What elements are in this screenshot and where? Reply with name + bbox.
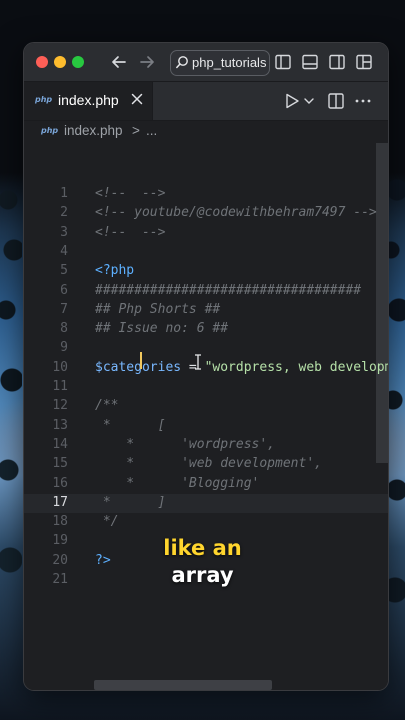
code-line[interactable]: 4	[24, 243, 388, 262]
line-number: 13	[52, 417, 68, 433]
code-line[interactable]: 13 * [	[24, 417, 388, 436]
caption-line-2: array	[171, 563, 234, 587]
back-arrow-icon[interactable]	[108, 51, 130, 73]
chevron-down-icon[interactable]	[303, 91, 315, 111]
code-text: ## Php Shorts ##	[95, 301, 221, 317]
code-text: <!-- youtube/@codewithbehram7497 -->	[95, 205, 377, 221]
text-cursor	[140, 352, 142, 369]
line-number: 14	[52, 436, 68, 452]
code-line[interactable]: 9	[24, 339, 388, 358]
code-line[interactable]: 11	[24, 378, 388, 397]
minimize-window-button[interactable]	[54, 56, 66, 68]
code-line[interactable]: 6 ##################################	[24, 282, 388, 301]
code-text: * 'Blogging'	[95, 475, 260, 491]
toggle-primary-sidebar-icon[interactable]	[274, 53, 292, 71]
line-number: 3	[60, 224, 68, 240]
php-file-icon: php	[41, 126, 59, 135]
code-text: */	[95, 514, 119, 530]
mouse-ibeam-icon	[195, 354, 201, 370]
customize-layout-icon[interactable]	[355, 53, 373, 71]
line-number: 11	[52, 379, 68, 394]
code-line[interactable]: 2 <!-- youtube/@codewithbehram7497 -->	[24, 204, 388, 223]
code-text: * ]	[95, 494, 166, 510]
search-icon	[176, 56, 188, 69]
toggle-panel-icon[interactable]	[301, 53, 319, 71]
line-number: 7	[60, 301, 68, 317]
line-number: 18	[52, 514, 68, 530]
code-line[interactable]: 7 ## Php Shorts ##	[24, 301, 388, 320]
line-number: 1	[60, 186, 68, 201]
search-text: php_tutorials	[192, 55, 267, 70]
code-line[interactable]: 1 <!-- -->	[24, 185, 388, 204]
forward-arrow-icon[interactable]	[136, 51, 158, 73]
line-number: 17	[52, 494, 68, 510]
code-line[interactable]: 18 */	[24, 513, 388, 532]
line-number: 9	[60, 340, 68, 356]
php-file-icon: php	[35, 95, 53, 104]
command-center-search[interactable]: php_tutorials	[170, 50, 270, 76]
horizontal-scrollbar[interactable]	[94, 680, 272, 690]
line-number: 2	[60, 205, 68, 221]
line-number: 6	[60, 282, 68, 298]
line-number: 12	[52, 398, 68, 414]
breadcrumb: php index.php > ...	[24, 121, 388, 143]
title-bar: php_tutorials	[24, 43, 388, 82]
close-tab-icon[interactable]	[130, 92, 144, 106]
caption-line-1: like an	[163, 536, 242, 560]
code-line[interactable]: 16 * 'Blogging'	[24, 475, 388, 494]
code-editor[interactable]: 1 <!-- --> 2 <!-- youtube/@codewithbehram74…	[24, 143, 388, 690]
line-number: 8	[60, 321, 68, 337]
code-text: <?php	[95, 263, 135, 279]
run-icon[interactable]	[282, 91, 302, 111]
line-number: 16	[52, 475, 68, 491]
breadcrumb-file[interactable]: index.php	[64, 123, 123, 138]
code-text: <!-- -->	[95, 224, 166, 240]
toggle-secondary-sidebar-icon[interactable]	[328, 53, 346, 71]
code-line[interactable]: 14 * 'wordpress',	[24, 436, 388, 455]
code-text: /**	[95, 398, 119, 414]
code-line[interactable]: 8 ## Issue no: 6 ##	[24, 320, 388, 339]
editor-window: php_tutorials php index.php php index.ph…	[23, 42, 389, 691]
tab-index-php[interactable]: php index.php	[24, 82, 153, 120]
foliage-left	[0, 180, 22, 660]
more-actions-icon[interactable]	[354, 91, 372, 111]
code-line[interactable]: 10 $categories = "wordpress, web developm	[24, 359, 388, 378]
code-text: ## Issue no: 6 ##	[95, 321, 229, 337]
code-text: * [	[95, 417, 166, 433]
line-number: 4	[60, 243, 68, 259]
split-editor-icon[interactable]	[327, 91, 345, 111]
close-window-button[interactable]	[36, 56, 48, 68]
code-line[interactable]: 5 <?php	[24, 262, 388, 281]
breadcrumb-separator: >	[132, 123, 140, 138]
code-text: * 'web development',	[95, 456, 322, 472]
code-text: * 'wordpress',	[95, 436, 276, 452]
code-line[interactable]: 12 /**	[24, 397, 388, 416]
editor-tab-bar: php index.php	[24, 82, 388, 121]
code-line[interactable]: 17 * ]	[24, 493, 388, 514]
maximize-window-button[interactable]	[72, 56, 84, 68]
code-text: <!-- -->	[95, 186, 166, 201]
line-number: 5	[60, 263, 68, 279]
line-number: 10	[52, 359, 68, 375]
line-number: 15	[52, 456, 68, 472]
breadcrumb-more[interactable]: ...	[146, 123, 157, 138]
code-line[interactable]: 15 * 'web development',	[24, 455, 388, 474]
tab-label: index.php	[58, 92, 119, 108]
code-line[interactable]: 3 <!-- -->	[24, 224, 388, 243]
code-text: ##################################	[95, 282, 362, 298]
